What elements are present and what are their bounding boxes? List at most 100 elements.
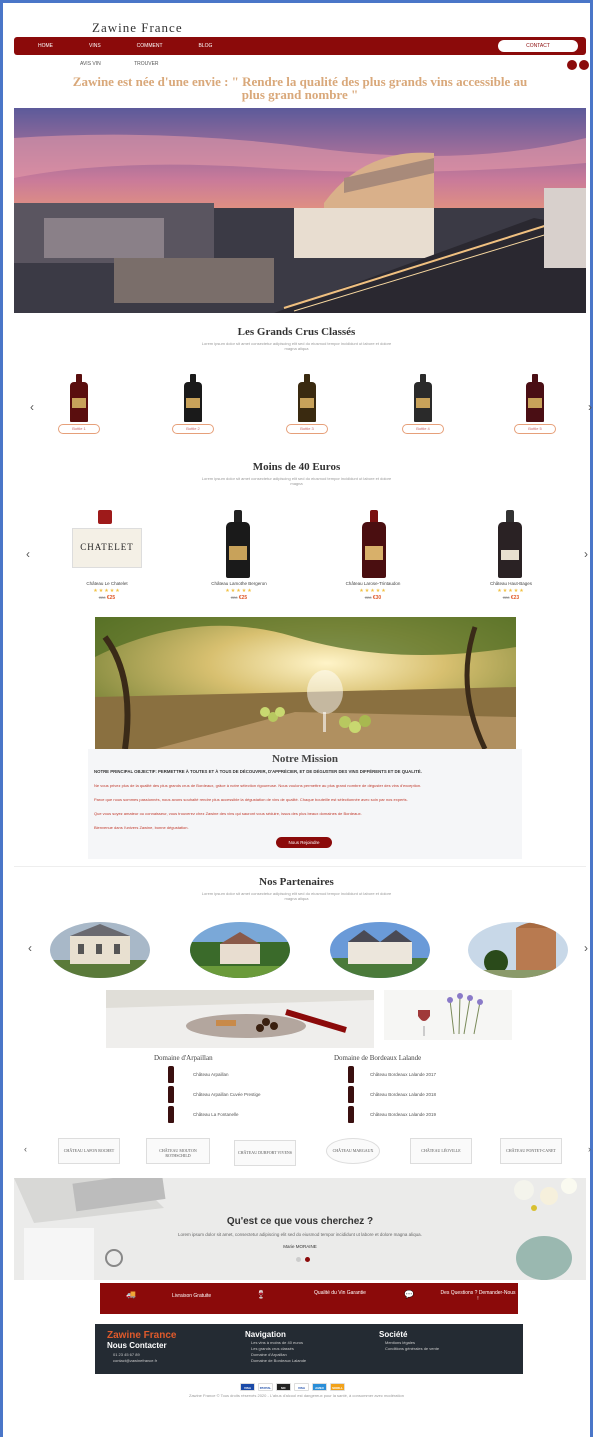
lavender-wine-image (384, 990, 512, 1040)
grand-cru-badge[interactable]: Bottle 3 (286, 424, 328, 434)
grand-cru-badge[interactable]: Bottle 1 (58, 424, 100, 434)
footer-nav-link[interactable]: Les grands crus classés (251, 1346, 294, 1351)
partner-image[interactable] (50, 922, 150, 978)
user-icon[interactable] (579, 60, 589, 70)
grands-crus-subtitle: Lorem ipsum dolor sit amet consectetur a… (201, 341, 392, 351)
product-image-lamothe[interactable] (226, 510, 250, 578)
bottle-icon (348, 1086, 354, 1103)
bottle-icon (168, 1066, 174, 1083)
product-name[interactable]: Château Haut-Bages (466, 581, 556, 586)
carousel-prev-arrow-icon[interactable]: ‹ (30, 400, 34, 414)
bottle-icon (348, 1066, 354, 1083)
search-subtitle: Lorem ipsum dolor sit amet, consectetur … (178, 1232, 422, 1237)
mission-paragraph: Bienvenue dans l'univers Zawine, bonne d… (94, 825, 189, 830)
slider-dot-active[interactable] (305, 1257, 310, 1262)
join-us-button[interactable]: Nous Rejoindre (276, 837, 332, 848)
product-name[interactable]: Château Lamothe Bergeron (194, 581, 284, 586)
product-image-hautbages[interactable] (498, 510, 522, 578)
partner-image[interactable] (190, 922, 290, 978)
footer-phone[interactable]: 01 23 45 67 89 (113, 1352, 140, 1357)
payment-icon: PAYPAL (258, 1383, 273, 1391)
partner-logo[interactable]: CHÂTEAU PONTET-CANET (500, 1138, 562, 1164)
new-price: €25 (238, 595, 248, 601)
domaine-right-item[interactable]: Château Bordeaux Lalande 2018 (370, 1092, 436, 1097)
subnav-item-avis[interactable]: AVIS VIN (80, 61, 101, 67)
nav-item-blog[interactable]: BLOG (199, 43, 213, 49)
partners-next-arrow-icon[interactable]: › (584, 941, 588, 955)
grand-cru-bottle[interactable] (526, 374, 544, 422)
footer-nav-link[interactable]: Domaine d'Arpaillan (251, 1352, 287, 1357)
domaine-right-title: Domaine de Bordeaux Lalande (334, 1054, 422, 1062)
partners-prev-arrow-icon[interactable]: ‹ (28, 941, 32, 955)
feature-label[interactable]: Des Questions ? Demander-Nous ! (440, 1290, 516, 1302)
moins40-subtitle: Lorem ipsum dolor sit amet consectetur a… (201, 476, 392, 486)
product-price: €28 €25 (194, 595, 284, 601)
mission-title: Notre Mission (271, 753, 339, 765)
new-price: €23 (510, 595, 520, 601)
subnav-item-trouver[interactable]: TROUVER (134, 61, 158, 67)
rating-stars-icon: ★★★★★ (93, 588, 121, 594)
domaine-left-item[interactable]: Château La Fontanelle (193, 1112, 239, 1117)
footer-societe-link[interactable]: Mentions légales (385, 1340, 415, 1345)
logos-prev-arrow-icon[interactable]: ‹ (24, 1144, 27, 1154)
partner-image[interactable] (330, 922, 430, 978)
product-name[interactable]: Château Le Chatelet (62, 581, 152, 586)
footer-nav-link[interactable]: Domaine de Bordeaux Lalande (251, 1358, 306, 1363)
domaine-left-item[interactable]: Château Arpaillan Cuvée Prestige (193, 1092, 261, 1097)
domaine-left-title: Domaine d'Arpaillan (154, 1054, 213, 1062)
product-price: €28 €23 (466, 595, 556, 601)
logos-next-arrow-icon[interactable]: › (588, 1144, 591, 1154)
partner-logo[interactable]: CHÂTEAU LÉOVILLE (410, 1138, 472, 1164)
wine-glass-icon: 🍷 (256, 1290, 266, 1299)
section-divider (14, 866, 586, 867)
search-author: Marie MORAINE (283, 1244, 317, 1249)
bottle-icon (348, 1106, 354, 1123)
mission-box: Notre Mission NOTRE PRINCIPAL OBJECTIF: … (88, 749, 522, 859)
grand-cru-badge[interactable]: Bottle 5 (514, 424, 556, 434)
footer-societe-link[interactable]: Conditions générales de vente (385, 1346, 439, 1351)
grand-cru-bottle[interactable] (70, 374, 88, 422)
payment-icon: MC (276, 1383, 291, 1391)
tagline: Zawine est née d'une envie : " Rendre la… (72, 74, 528, 102)
moins40-prev-arrow-icon[interactable]: ‹ (26, 547, 30, 561)
rating-stars-icon: ★★★★★ (497, 588, 525, 594)
rating-stars-icon: ★★★★★ (225, 588, 253, 594)
old-price: €28 (364, 595, 372, 600)
partner-logo[interactable]: CHÂTEAU MARGAUX (326, 1138, 380, 1164)
product-name[interactable]: Château Larose-Trintaudon (328, 581, 418, 586)
domaine-left-item[interactable]: Château Arpaillan (193, 1072, 229, 1077)
grand-cru-bottle[interactable] (184, 374, 202, 422)
partner-logo[interactable]: CHÂTEAU DURFORT VIVENS (234, 1140, 296, 1166)
partner-logo[interactable]: CHÂTEAU MOUTON ROTHSCHILD (146, 1138, 210, 1164)
footer-nav-link[interactable]: Les vins à moins de 40 euros (251, 1340, 303, 1345)
feature-label: Livraison Gratuite (172, 1293, 212, 1299)
brand-logo[interactable]: Zawine France (92, 20, 183, 36)
moins40-title: Moins de 40 Euros (252, 461, 341, 473)
partner-logo[interactable]: CHÂTEAU LAFON ROCHET (58, 1138, 120, 1164)
chat-icon: 💬 (404, 1290, 414, 1299)
new-price: €30 (372, 595, 382, 601)
payment-methods: VISA PAYPAL MC VISA AMEX SKRILL (240, 1383, 345, 1391)
domaine-right-item[interactable]: Château Bordeaux Lalande 2017 (370, 1072, 436, 1077)
footer-email[interactable]: contact@zawinefrance.fr (113, 1358, 157, 1363)
slider-dot[interactable] (296, 1257, 301, 1262)
mission-lead: NOTRE PRINCIPAL OBJECTIF: PERMETTRE À TO… (94, 769, 422, 774)
grand-cru-badge[interactable]: Bottle 4 (402, 424, 444, 434)
contact-button[interactable]: CONTACT (498, 40, 578, 52)
grand-cru-badge[interactable]: Bottle 2 (172, 424, 214, 434)
carousel-next-arrow-icon[interactable]: › (588, 400, 592, 414)
grand-cru-bottle[interactable] (414, 374, 432, 422)
payment-icon: VISA (240, 1383, 255, 1391)
copyright: Zawine France © Tous droits réservés 202… (189, 1393, 404, 1398)
nav-item-comment[interactable]: COMMENT (137, 43, 163, 49)
nav-item-home[interactable]: HOME (38, 43, 53, 49)
grand-cru-bottle[interactable] (298, 374, 316, 422)
moins40-next-arrow-icon[interactable]: › (584, 547, 588, 561)
nav-item-vins[interactable]: VINS (89, 43, 101, 49)
domaine-right-item[interactable]: Château Bordeaux Lalande 2019 (370, 1112, 436, 1117)
partner-image[interactable] (468, 922, 568, 978)
product-image-chatelet[interactable]: CHATELET (72, 510, 142, 578)
cart-icon[interactable] (567, 60, 577, 70)
rating-stars-icon: ★★★★★ (359, 588, 387, 594)
product-image-larose[interactable] (362, 510, 386, 578)
